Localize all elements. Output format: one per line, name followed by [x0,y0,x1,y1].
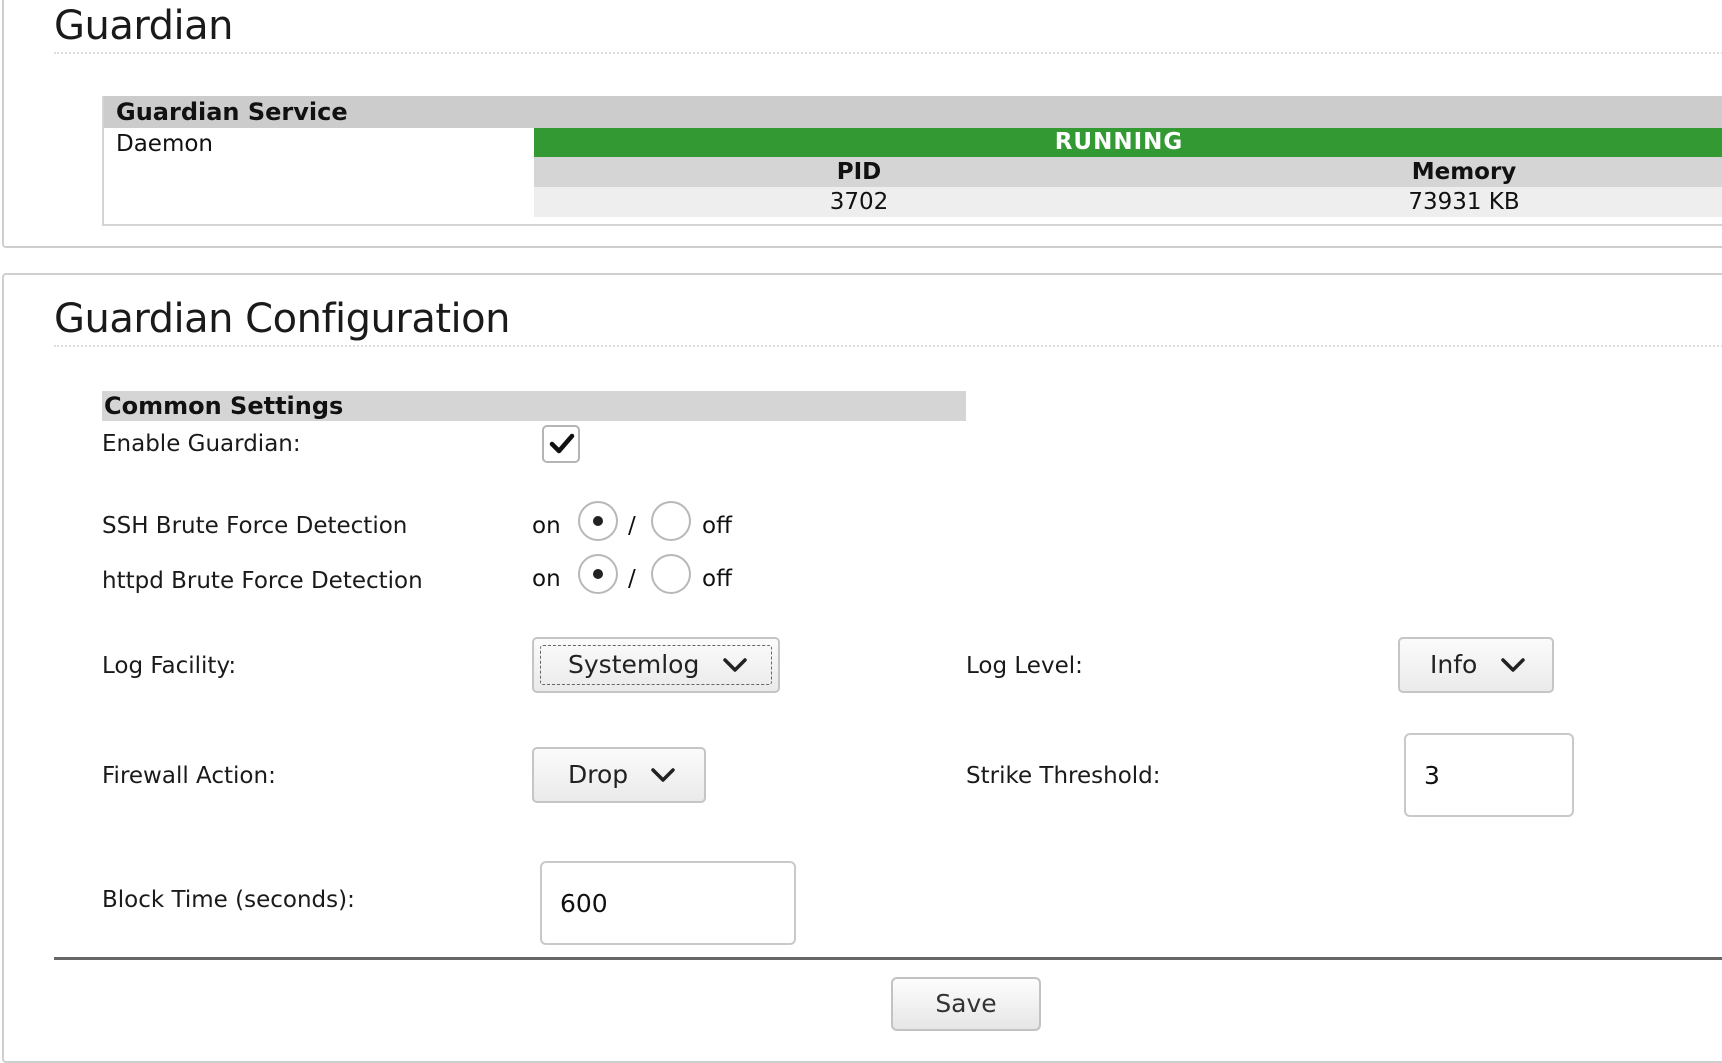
panel-title: Guardian [54,2,1722,54]
radio-off-label: off [702,513,732,539]
service-header: Guardian Service [104,96,1722,128]
chevron-down-icon [1501,658,1525,672]
ssh-detection-radio-group: on / off [532,501,772,545]
check-icon [549,433,575,454]
save-button[interactable]: Save [891,977,1041,1031]
guardian-status-panel: Guardian Guardian Service Daemon RUNNING… [2,0,1722,248]
log-level-label: Log Level: [966,653,1083,679]
daemon-label: Daemon [116,131,214,157]
pid-value: 3702 [534,187,1184,217]
strike-threshold-label: Strike Threshold: [966,763,1161,789]
radio-separator: / [628,513,636,539]
section-header: Common Settings [102,391,966,421]
enable-guardian-label: Enable Guardian: [102,431,301,457]
ssh-on-radio[interactable] [578,501,618,541]
panel-title: Guardian Configuration [54,295,1722,347]
service-table: Guardian Service Daemon RUNNING PID Memo… [102,96,1722,226]
memory-value: 73931 KB [1184,187,1722,217]
log-facility-value: Systemlog [568,650,700,679]
block-time-label: Block Time (seconds): [102,887,355,913]
guardian-config-panel: Guardian Configuration Common Settings E… [2,273,1722,1063]
ssh-off-radio[interactable] [651,501,691,541]
log-level-value: Info [1430,650,1478,679]
log-level-select[interactable]: Info [1398,637,1554,693]
firewall-action-select[interactable]: Drop [532,747,706,803]
status-badge: RUNNING [534,128,1722,157]
memory-header: Memory [1184,157,1722,187]
pid-header: PID [534,157,1184,187]
chevron-down-icon [651,768,675,782]
form-divider [54,957,1722,960]
httpd-detection-label: httpd Brute Force Detection [102,568,423,594]
strike-threshold-input[interactable] [1404,733,1574,817]
block-time-input[interactable] [540,861,796,945]
radio-off-label: off [702,566,732,592]
radio-on-label: on [532,513,561,539]
chevron-down-icon [723,658,747,672]
log-facility-label: Log Facility: [102,653,237,679]
log-facility-select[interactable]: Systemlog [532,637,780,693]
httpd-on-radio[interactable] [578,554,618,594]
httpd-detection-radio-group: on / off [532,554,772,598]
firewall-action-value: Drop [568,760,629,789]
firewall-action-label: Firewall Action: [102,763,276,789]
radio-separator: / [628,566,636,592]
ssh-detection-label: SSH Brute Force Detection [102,513,408,539]
httpd-off-radio[interactable] [651,554,691,594]
radio-on-label: on [532,566,561,592]
enable-guardian-checkbox[interactable] [542,425,580,463]
